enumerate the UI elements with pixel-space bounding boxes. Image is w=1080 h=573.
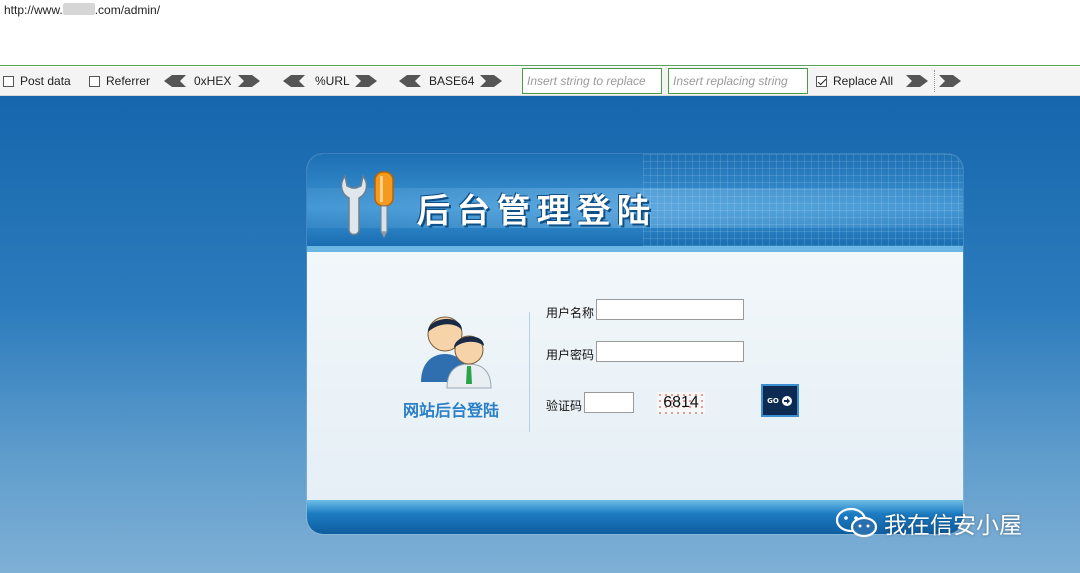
password-label: 用户密码 xyxy=(546,348,595,362)
replacing-string-input[interactable]: Insert replacing string xyxy=(668,68,808,94)
username-label: 用户名称 xyxy=(546,306,595,320)
blurred-domain xyxy=(62,3,95,15)
replace-right-button[interactable] xyxy=(939,67,961,95)
hackbar-toolbar: Post data Referrer 0xHEX %URL BASE64 Ins… xyxy=(0,67,1080,96)
post-data-check-box[interactable] xyxy=(3,75,14,87)
hex-decode-button[interactable] xyxy=(164,67,186,95)
watermark-text: 我在信安小屋 xyxy=(884,513,1022,539)
banner-grid-pattern xyxy=(643,154,963,252)
site-login-label: 网站后台登陆 xyxy=(403,401,500,420)
arrow-right-icon xyxy=(238,74,260,88)
referrer-label: Referrer xyxy=(106,74,151,88)
arrow-left-icon xyxy=(399,74,421,88)
admin-login-page: 后台管理登陆 网站后台登陆 用户名称 用户密码 验证码 6814 GO 我在信安… xyxy=(0,96,1080,573)
url-label: %URL xyxy=(315,74,350,88)
arrow-left-icon xyxy=(283,74,305,88)
username-input[interactable] xyxy=(596,299,744,320)
vertical-divider xyxy=(529,312,530,432)
base64-label: BASE64 xyxy=(429,74,475,88)
post-data-checkbox[interactable]: Post data xyxy=(3,67,71,95)
banner-title: 后台管理登陆 xyxy=(417,191,657,230)
url-text: http://www. .com/admin/ xyxy=(4,3,161,17)
replace-all-check-box[interactable] xyxy=(816,75,827,87)
login-panel: 后台管理登陆 网站后台登陆 用户名称 用户密码 验证码 6814 GO xyxy=(307,154,963,534)
captcha-label: 验证码 xyxy=(546,399,583,413)
hex-encode-button[interactable] xyxy=(238,67,260,95)
base64-encode-button[interactable] xyxy=(480,67,502,95)
replace-all-label: Replace All xyxy=(833,74,894,88)
hex-label: 0xHEX xyxy=(194,74,232,88)
arrow-right-icon xyxy=(906,74,928,88)
replace-left-button[interactable] xyxy=(906,67,928,95)
login-banner: 后台管理登陆 xyxy=(307,154,963,252)
replace-string-input[interactable]: Insert string to replace xyxy=(522,68,662,94)
arrow-right-icon xyxy=(939,74,961,88)
arrow-right-icon xyxy=(480,74,502,88)
url-encode-button[interactable] xyxy=(355,67,377,95)
go-button[interactable]: GO xyxy=(761,384,799,417)
toolbar-separator xyxy=(934,70,935,92)
go-label: GO xyxy=(767,396,779,405)
users-icon xyxy=(421,316,492,389)
watermark: 我在信安小屋 xyxy=(836,506,1022,540)
url-decode-button[interactable] xyxy=(283,67,305,95)
referrer-checkbox[interactable]: Referrer xyxy=(89,67,150,95)
wrench-screwdriver-icon xyxy=(340,171,394,238)
arrow-left-icon xyxy=(164,74,186,88)
wechat-icon xyxy=(836,507,878,538)
captcha-image[interactable]: 6814 xyxy=(657,392,705,414)
arrow-right-icon xyxy=(355,74,377,88)
url-textarea[interactable]: http://www. .com/admin/ xyxy=(0,0,1080,66)
go-arrow-icon xyxy=(781,395,792,406)
captcha-input[interactable] xyxy=(584,392,634,413)
referrer-check-box[interactable] xyxy=(89,75,100,87)
login-content: 网站后台登陆 用户名称 用户密码 验证码 6814 GO xyxy=(307,252,963,500)
base64-decode-button[interactable] xyxy=(399,67,421,95)
replace-all-checkbox[interactable]: Replace All xyxy=(816,67,893,95)
password-input[interactable] xyxy=(596,341,744,362)
post-data-label: Post data xyxy=(20,74,71,88)
